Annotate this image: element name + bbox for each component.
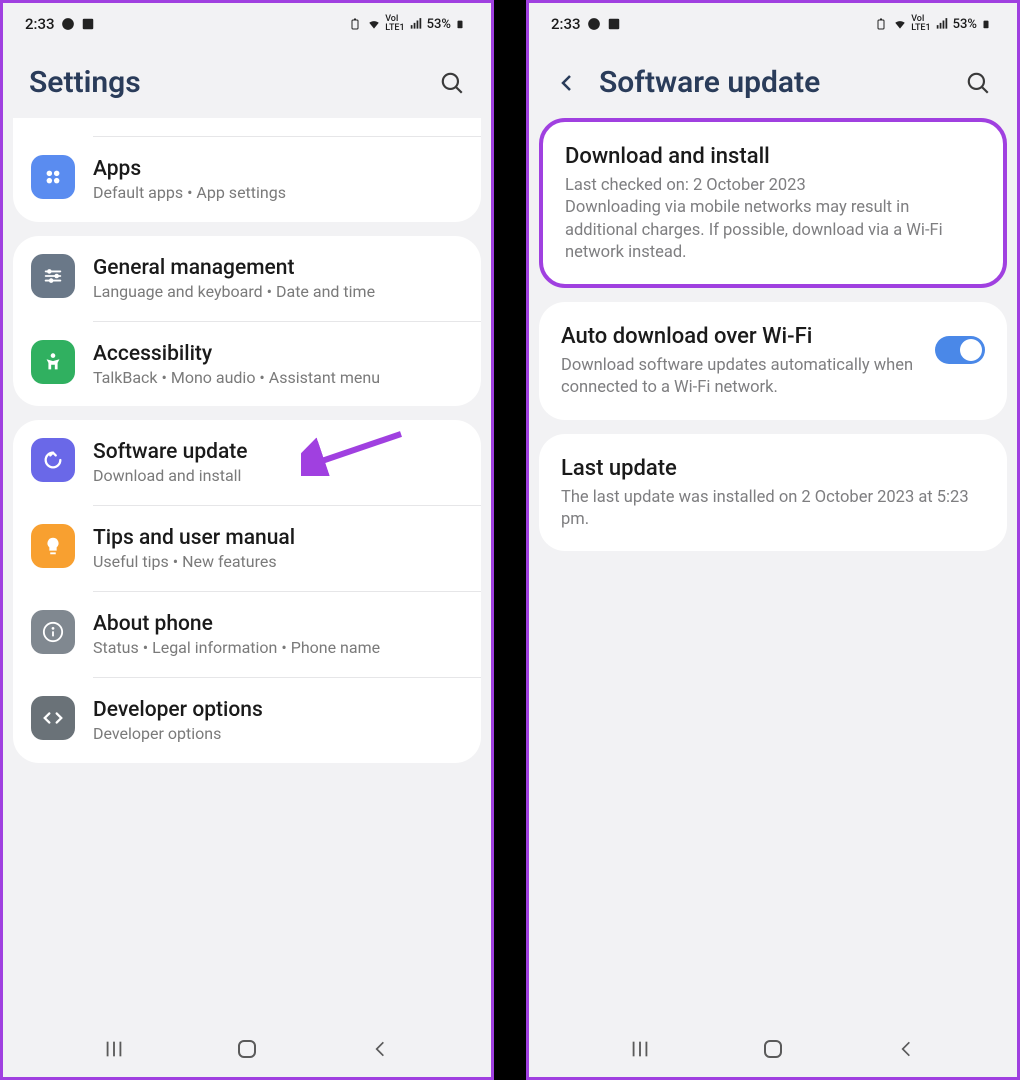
row-last-update[interactable]: Last update The last update was installe… <box>539 434 1007 552</box>
row-accessibility[interactable]: Accessibility TalkBack • Mono audio • As… <box>13 322 481 407</box>
row-developer[interactable]: Developer options Developer options <box>13 678 481 763</box>
battery-percent: 53% <box>427 17 451 32</box>
recents-button[interactable] <box>99 1034 129 1064</box>
chat-icon <box>61 17 75 31</box>
card-last-update: Last update The last update was installe… <box>539 434 1007 552</box>
back-button[interactable] <box>891 1034 921 1064</box>
signal-icon <box>409 17 423 31</box>
tips-title: Tips and user manual <box>93 526 463 550</box>
status-bar: 2:33 VoILTE1 53% <box>529 3 1017 43</box>
lightbulb-icon <box>31 524 75 568</box>
card-download-install: Download and install Last checked on: 2 … <box>539 118 1007 288</box>
row-download-install[interactable]: Download and install Last checked on: 2 … <box>543 122 1003 284</box>
home-button[interactable] <box>758 1034 788 1064</box>
tips-sub: Useful tips • New features <box>93 552 463 573</box>
accessibility-sub: TalkBack • Mono audio • Assistant menu <box>93 368 463 389</box>
search-button[interactable] <box>965 70 991 96</box>
accessibility-title: Accessibility <box>93 342 463 366</box>
battery-saver-icon <box>349 17 363 31</box>
image-icon <box>607 17 621 31</box>
general-sub: Language and keyboard • Date and time <box>93 282 463 303</box>
row-general[interactable]: General management Language and keyboard… <box>13 236 481 321</box>
chat-icon <box>587 17 601 31</box>
general-title: General management <box>93 256 463 280</box>
software-update-header: Software update <box>529 43 1017 118</box>
back-button[interactable] <box>555 71 579 95</box>
auto-download-toggle[interactable] <box>935 336 985 364</box>
signal-icon <box>935 17 949 31</box>
software-update-icon <box>31 438 75 482</box>
info-icon <box>31 610 75 654</box>
arrow-annotation <box>301 426 411 476</box>
row-about[interactable]: About phone Status • Legal information •… <box>13 592 481 677</box>
recents-button[interactable] <box>625 1034 655 1064</box>
row-auto-download[interactable]: Auto download over Wi-Fi Download softwa… <box>539 302 1007 420</box>
battery-icon <box>981 17 995 31</box>
nav-bar <box>3 1021 491 1077</box>
wifi-icon <box>367 17 381 31</box>
dev-title: Developer options <box>93 698 463 722</box>
page-title: Software update <box>599 65 965 100</box>
code-icon <box>31 696 75 740</box>
last-sub: The last update was installed on 2 Octob… <box>561 487 985 532</box>
status-time: 2:33 <box>25 15 55 33</box>
download-sub: Last checked on: 2 October 2023 Download… <box>565 175 981 264</box>
card-auto-download: Auto download over Wi-Fi Download softwa… <box>539 302 1007 420</box>
card-software: Software update Download and install Tip… <box>13 420 481 762</box>
nav-bar <box>529 1021 1017 1077</box>
search-button[interactable] <box>439 70 465 96</box>
about-sub: Status • Legal information • Phone name <box>93 638 463 659</box>
page-title: Settings <box>29 65 439 100</box>
row-tips[interactable]: Tips and user manual Useful tips • New f… <box>13 506 481 591</box>
battery-saver-icon <box>875 17 889 31</box>
download-title: Download and install <box>565 144 981 169</box>
settings-sliders-icon <box>31 254 75 298</box>
lte-label: VoILTE1 <box>911 15 930 33</box>
status-time: 2:33 <box>551 15 581 33</box>
about-title: About phone <box>93 612 463 636</box>
auto-sub: Download software updates automatically … <box>561 355 923 400</box>
status-bar: 2:33 VoILTE1 53% <box>3 3 491 43</box>
card-partial: Apps Default apps • App settings <box>13 118 481 222</box>
settings-header: Settings <box>3 43 491 118</box>
back-button[interactable] <box>365 1034 395 1064</box>
home-button[interactable] <box>232 1034 262 1064</box>
card-general: General management Language and keyboard… <box>13 236 481 407</box>
battery-icon <box>455 17 469 31</box>
apps-icon <box>31 155 75 199</box>
last-title: Last update <box>561 456 985 481</box>
phone-settings: 2:33 VoILTE1 53% Settings Apps D <box>0 0 494 1080</box>
apps-title: Apps <box>93 157 463 181</box>
image-icon <box>81 17 95 31</box>
apps-sub: Default apps • App settings <box>93 183 463 204</box>
lte-label: VoILTE1 <box>385 15 404 33</box>
dev-sub: Developer options <box>93 724 463 745</box>
phone-software-update: 2:33 VoILTE1 53% Software update Downloa… <box>526 0 1020 1080</box>
row-apps[interactable]: Apps Default apps • App settings <box>13 137 481 222</box>
auto-title: Auto download over Wi-Fi <box>561 324 923 349</box>
wifi-icon <box>893 17 907 31</box>
accessibility-icon <box>31 340 75 384</box>
battery-percent: 53% <box>953 17 977 32</box>
